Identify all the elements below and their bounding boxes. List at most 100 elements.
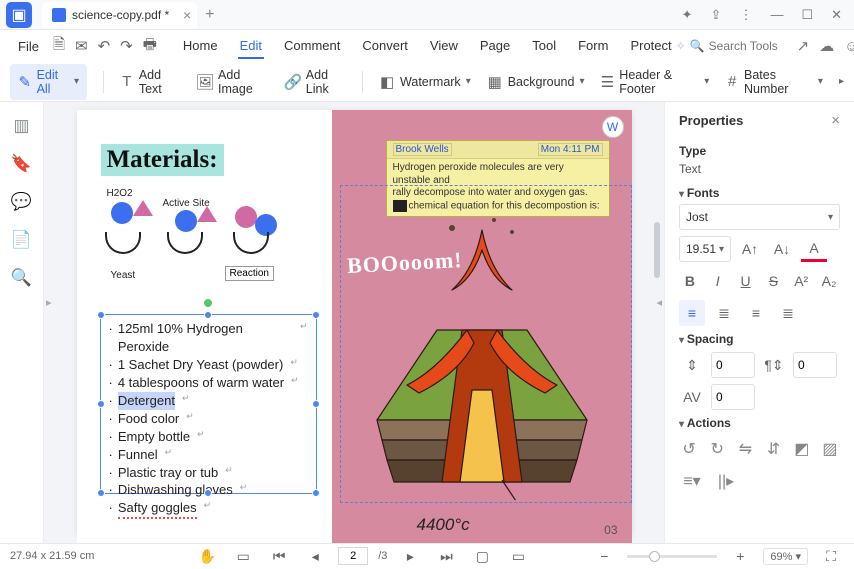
close-panel-icon[interactable]: × xyxy=(831,112,840,129)
para-spacing-input[interactable] xyxy=(793,352,837,378)
italic-button[interactable]: I xyxy=(707,268,729,294)
scrollbar-thumb[interactable] xyxy=(654,222,660,278)
redo-icon[interactable]: ↷ xyxy=(116,35,137,57)
menu-file[interactable]: File xyxy=(10,35,47,58)
replace-button[interactable]: ▨ xyxy=(820,436,840,462)
share-icon[interactable]: ⇪ xyxy=(707,5,726,25)
page-left[interactable]: Materials: H2O2 Active Site Yeast Reacti… xyxy=(77,110,332,543)
menu-tool[interactable]: Tool xyxy=(530,34,558,59)
new-tab-button[interactable]: + xyxy=(205,6,214,24)
rotate-handle[interactable] xyxy=(204,299,212,307)
crop-button[interactable]: ◩ xyxy=(792,436,812,462)
line-spacing-input[interactable] xyxy=(711,352,755,378)
zoom-value[interactable]: 69% ▾ xyxy=(763,548,808,565)
list-item[interactable]: ·1 Sachet Dry Yeast (powder)↵ xyxy=(109,356,308,374)
menu-edit[interactable]: Edit xyxy=(238,34,264,59)
superscript-button[interactable]: A² xyxy=(790,268,812,294)
menu-convert[interactable]: Convert xyxy=(360,34,410,59)
cloud-icon[interactable]: ☁ xyxy=(815,35,838,57)
page-right[interactable]: W Brook Wells Mon 4:11 PM Hydrogen perox… xyxy=(332,110,632,543)
open-external-icon[interactable]: ↗ xyxy=(793,35,814,57)
resize-handle[interactable] xyxy=(97,400,105,408)
resize-handle[interactable] xyxy=(312,489,320,497)
save-icon[interactable]: 🗎 xyxy=(49,32,69,61)
menu-view[interactable]: View xyxy=(428,34,460,59)
comment-icon[interactable]: 💬 xyxy=(11,192,32,212)
maximize-button[interactable]: ☐ xyxy=(797,5,817,25)
zoom-slider[interactable] xyxy=(627,555,717,558)
ai-icon[interactable]: ✦ xyxy=(678,5,697,25)
char-spacing-input[interactable] xyxy=(711,384,755,410)
print-icon[interactable]: 🖶 xyxy=(139,32,161,61)
subscript-button[interactable]: A₂ xyxy=(818,268,840,294)
toolbar-overflow-icon[interactable]: ▸ xyxy=(839,76,844,87)
watermark-button[interactable]: ◧Watermark▾ xyxy=(379,74,471,90)
list-item[interactable]: ·Empty bottle↵ xyxy=(109,428,308,446)
thumbnails-icon[interactable]: ▥ xyxy=(13,116,29,136)
shrink-font-button[interactable]: A↓ xyxy=(769,236,795,262)
search-icon[interactable]: 🔍 xyxy=(11,268,32,288)
bates-number-button[interactable]: #Bates Number▾ xyxy=(725,68,823,96)
menu-comment[interactable]: Comment xyxy=(282,34,342,59)
edit-all-button[interactable]: ✎Edit All▾ xyxy=(10,64,87,100)
flip-h-button[interactable]: ⇋ xyxy=(735,436,755,462)
selected-text-frame[interactable]: ·125ml 10% Hydrogen Peroxide↵·1 Sachet D… xyxy=(100,314,317,494)
add-text-button[interactable]: TAdd Text xyxy=(120,68,181,96)
first-page-button[interactable]: ⏮ xyxy=(266,543,292,569)
indent-button[interactable]: ||▸ xyxy=(713,468,739,494)
list-item[interactable]: ·4 tablespoons of warm water↵ xyxy=(109,374,308,392)
rotate-ccw-button[interactable]: ↺ xyxy=(679,436,699,462)
resize-handle[interactable] xyxy=(97,489,105,497)
expand-left-icon[interactable]: ▸ xyxy=(46,296,52,309)
font-color-button[interactable]: A xyxy=(801,236,827,262)
bold-button[interactable]: B xyxy=(679,268,701,294)
font-size-select[interactable]: 19.51▾ xyxy=(679,236,731,262)
resize-handle[interactable] xyxy=(204,311,212,319)
minimize-button[interactable]: — xyxy=(766,5,787,25)
prev-page-button[interactable]: ◂ xyxy=(302,543,328,569)
align-justify-button[interactable]: ≣ xyxy=(775,300,801,326)
list-item[interactable]: ·Food color↵ xyxy=(109,410,308,428)
underline-button[interactable]: U xyxy=(735,268,757,294)
menu-page[interactable]: Page xyxy=(478,34,512,59)
resize-handle[interactable] xyxy=(312,400,320,408)
add-image-button[interactable]: 🖼Add Image xyxy=(197,68,269,96)
header-footer-button[interactable]: ☰Header & Footer▾ xyxy=(600,68,709,96)
align-left-button[interactable]: ≡ xyxy=(679,300,705,326)
fit-page-icon[interactable]: ▢ xyxy=(469,543,495,569)
zoom-out-button[interactable]: − xyxy=(591,543,617,569)
wand-icon[interactable]: ✧ xyxy=(676,39,686,53)
list-item[interactable]: ·Funnel↵ xyxy=(109,446,308,464)
list-item[interactable]: ·Detergent↵ xyxy=(109,392,308,410)
list-item[interactable]: ·Plastic tray or tub↵ xyxy=(109,464,308,482)
resize-handle[interactable] xyxy=(204,489,212,497)
attachments-icon[interactable]: 📄 xyxy=(11,230,32,250)
word-badge-icon[interactable]: W xyxy=(602,116,624,138)
background-button[interactable]: ▦Background▾ xyxy=(487,74,585,90)
list-item[interactable]: ·125ml 10% Hydrogen Peroxide↵ xyxy=(109,320,308,356)
list-style-button[interactable]: ≡▾ xyxy=(679,468,705,494)
next-page-button[interactable]: ▸ xyxy=(397,543,423,569)
fit-width-icon[interactable]: ▭ xyxy=(505,543,531,569)
resize-handle[interactable] xyxy=(97,311,105,319)
expand-right-icon[interactable]: ◂ xyxy=(656,296,662,309)
undo-icon[interactable]: ↶ xyxy=(94,35,115,57)
canvas[interactable]: ▸ Materials: H2O2 Active Site Yeast xyxy=(44,102,664,543)
search-input[interactable] xyxy=(709,39,791,53)
align-right-button[interactable]: ≡ xyxy=(743,300,769,326)
profile-icon[interactable]: ☺ xyxy=(840,36,854,57)
menu-home[interactable]: Home xyxy=(181,34,220,59)
list-item[interactable]: ·Safty goggles↵ xyxy=(109,499,308,519)
mail-icon[interactable]: ✉ xyxy=(71,35,92,57)
flip-v-button[interactable]: ⇵ xyxy=(764,436,784,462)
menu-form[interactable]: Form xyxy=(576,34,610,59)
hand-tool-icon[interactable]: ✋ xyxy=(194,543,220,569)
fullscreen-icon[interactable]: ⛶ xyxy=(818,543,844,569)
bookmark-icon[interactable]: 🔖 xyxy=(11,154,32,174)
document-tab[interactable]: science-copy.pdf * × xyxy=(42,2,197,28)
font-family-select[interactable]: Jost▾ xyxy=(679,204,840,230)
strike-button[interactable]: S xyxy=(762,268,784,294)
select-tool-icon[interactable]: ▭ xyxy=(230,543,256,569)
page-input[interactable] xyxy=(338,547,368,565)
zoom-in-button[interactable]: + xyxy=(727,543,753,569)
